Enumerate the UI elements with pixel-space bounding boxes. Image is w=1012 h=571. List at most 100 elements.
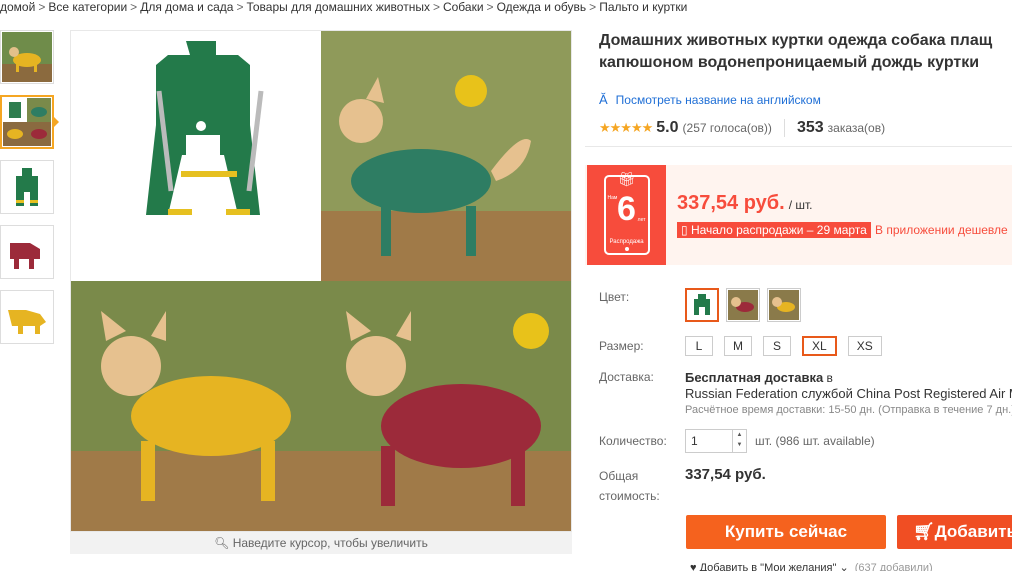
translate-link[interactable]: Ă Посмотреть название на английском xyxy=(585,92,1012,107)
breadcrumb-separator: > xyxy=(38,0,46,14)
breadcrumb-clothing[interactable]: Одежда и обувь xyxy=(497,0,587,14)
badge-right-text: лет xyxy=(637,217,646,223)
price: 337,54 руб. / шт. xyxy=(677,192,813,215)
sale-start-text: Начало распродажи – 29 марта xyxy=(690,223,867,237)
color-swatch-red[interactable] xyxy=(726,288,760,322)
size-option-m[interactable]: M xyxy=(724,336,752,356)
color-label: Цвет: xyxy=(599,290,630,304)
rating-row: ★★★★★ 5.0 (257 голоса(ов)) 353 заказа(ов… xyxy=(585,119,1012,137)
product-collage-image xyxy=(71,31,571,531)
arrow-up-icon[interactable]: ▲ xyxy=(733,430,746,440)
color-swatch-yellow[interactable] xyxy=(767,288,801,322)
thumbnail-list xyxy=(0,30,59,355)
add-to-cart-label: Добавить xyxy=(934,522,1012,541)
phone-icon: 🎁︎ Нам 6 лет Распродажа xyxy=(603,171,650,255)
yellow-swatch-image xyxy=(769,290,799,320)
wishlist-label[interactable]: Добавить в "Мои желания" xyxy=(700,562,837,571)
delivery-row: Доставка: Бесплатная доставка в Russian … xyxy=(599,370,1012,418)
phone-button-icon xyxy=(624,247,629,251)
red-raincoat-image xyxy=(10,243,40,269)
total-label-line-2: стоимость: xyxy=(599,489,660,503)
size-option-xs[interactable]: XS xyxy=(847,336,882,356)
arrow-down-icon[interactable]: ▼ xyxy=(733,440,746,450)
zoom-hint: 🔍︎ Наведите курсор, чтобы увеличить xyxy=(70,532,572,554)
size-option-s[interactable]: S xyxy=(763,336,791,356)
size-option-l[interactable]: L xyxy=(685,336,713,356)
breadcrumb-separator: > xyxy=(589,0,597,14)
total-label: Общая стоимость: xyxy=(599,466,685,506)
delivery-label: Доставка: xyxy=(599,370,654,384)
breadcrumb: домой > Все категории > Для дома и сада > Това… xyxy=(0,0,687,16)
app-cheaper-text[interactable]: В приложении дешевле xyxy=(875,222,1008,238)
size-option-xl[interactable]: XL xyxy=(802,336,837,356)
buy-now-button[interactable]: Купить сейчас xyxy=(686,515,886,549)
chevron-down-icon[interactable]: ⌄ xyxy=(839,562,848,571)
rating-votes[interactable]: (257 голоса(ов)) xyxy=(683,121,772,135)
size-row: Размер: L M S XL XS xyxy=(599,336,893,356)
mobile-icon: ▯ xyxy=(681,223,688,237)
breadcrumb-dogs[interactable]: Собаки xyxy=(443,0,484,14)
yellow-raincoat-image xyxy=(8,310,46,334)
heart-icon: ♥ xyxy=(690,562,697,571)
cart-icon: 🛒︎ xyxy=(913,522,935,541)
thumbnail-yellow-dog[interactable] xyxy=(0,30,54,84)
product-title-line-2: капюшоном водонепроницаемый дождь куртки xyxy=(599,54,980,71)
breadcrumb-pet-products[interactable]: Товары для домашних животных xyxy=(246,0,429,14)
total-value: 337,54 руб. xyxy=(685,466,766,483)
gift-icon: 🎁︎ xyxy=(617,171,636,187)
product-info: Домашних животных куртки одежда собака п… xyxy=(585,30,1012,265)
delivery-in: в xyxy=(826,371,833,385)
delivery-free: Бесплатная доставка xyxy=(685,370,824,385)
sale-badge: 🎁︎ Нам 6 лет Распродажа xyxy=(587,165,666,265)
orders-count: 353 xyxy=(796,119,824,136)
price-unit: / шт. xyxy=(788,198,813,212)
quantity-label: Количество: xyxy=(599,434,667,448)
divider xyxy=(783,119,785,137)
breadcrumb-home-garden[interactable]: Для дома и сада xyxy=(140,0,233,14)
delivery-time: Расчётное время доставки: 15-50 дн. (Отп… xyxy=(685,404,1012,416)
divider xyxy=(585,146,1012,147)
wishlist-link[interactable]: ♥ Добавить в "Мои желания" ⌄ (637 добавил… xyxy=(690,561,933,571)
breadcrumb-separator: > xyxy=(432,0,440,14)
breadcrumb-separator: > xyxy=(236,0,244,14)
color-swatch-green[interactable] xyxy=(685,288,719,322)
rating-score: 5.0 xyxy=(656,119,679,136)
translate-link-text[interactable]: Посмотреть название на английском xyxy=(616,93,821,107)
quantity-stepper[interactable]: 1 ▲ ▼ xyxy=(685,429,747,453)
color-row: Цвет: xyxy=(599,288,808,322)
thumbnail-green[interactable] xyxy=(0,160,54,214)
breadcrumb-coats[interactable]: Пальто и куртки xyxy=(599,0,687,14)
thumbnail-collage[interactable] xyxy=(0,95,59,149)
breadcrumb-all-categories[interactable]: Все категории xyxy=(48,0,127,14)
green-swatch-image xyxy=(688,291,716,319)
translate-icon: Ă xyxy=(599,92,608,107)
total-row: Общая стоимость: 337,54 руб. xyxy=(599,466,766,506)
breadcrumb-home[interactable]: домой xyxy=(0,0,35,14)
badge-bottom-text: Распродажа xyxy=(609,239,644,245)
product-title-line-1: Домашних животных куртки одежда собака п… xyxy=(599,32,993,49)
search-icon: 🔍︎ xyxy=(214,536,230,550)
add-to-cart-button[interactable]: 🛒︎Добавить xyxy=(897,515,1012,549)
delivery-details: Бесплатная доставка в Russian Federation… xyxy=(685,370,1012,418)
sale-start-badge: ▯ Начало распродажи – 29 марта xyxy=(677,222,871,238)
collage-image xyxy=(3,98,51,146)
thumbnail-red[interactable] xyxy=(0,225,54,279)
price-value: 337,54 руб. xyxy=(677,192,785,214)
quantity-arrows[interactable]: ▲ ▼ xyxy=(732,430,746,452)
quantity-input[interactable]: 1 xyxy=(691,434,698,448)
thumbnail-yellow[interactable] xyxy=(0,290,54,344)
quantity-row: Количество: 1 ▲ ▼ шт. (986 шт. available) xyxy=(599,429,875,453)
yellow-raincoat-dog-image xyxy=(2,32,52,82)
price-box: 🎁︎ Нам 6 лет Распродажа 337,54 руб. / шт.… xyxy=(585,165,1012,265)
orders-label: заказа(ов) xyxy=(827,121,886,135)
product-title: Домашних животных куртки одежда собака п… xyxy=(585,30,1012,74)
breadcrumb-separator: > xyxy=(486,0,494,14)
red-swatch-image xyxy=(728,290,758,320)
size-label: Размер: xyxy=(599,339,644,353)
green-raincoat-image xyxy=(16,168,38,206)
delivery-method[interactable]: Russian Federation службой China Post Re… xyxy=(685,386,1012,402)
zoom-hint-text: Наведите курсор, чтобы увеличить xyxy=(232,536,428,550)
main-product-image[interactable] xyxy=(70,30,572,532)
breadcrumb-separator: > xyxy=(130,0,138,14)
star-rating-icon: ★★★★★ xyxy=(599,120,653,135)
